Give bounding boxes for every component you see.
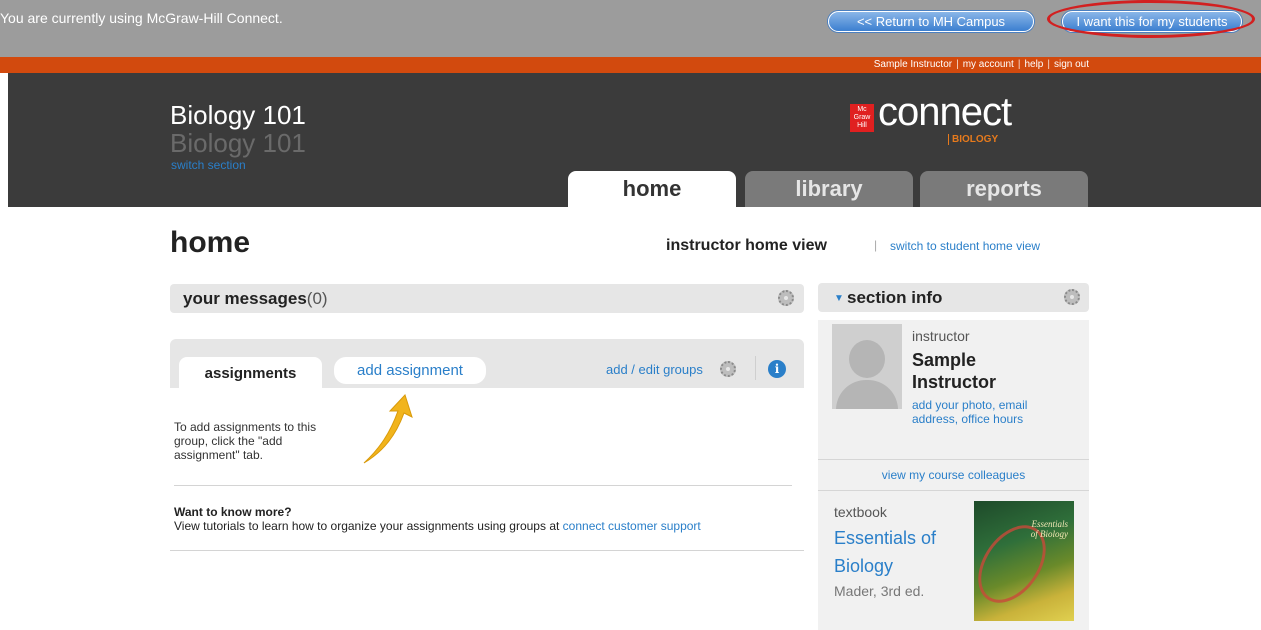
tab-home[interactable]: home <box>568 171 736 207</box>
separator: | <box>956 59 959 70</box>
divider <box>818 490 1089 491</box>
sign-out-link[interactable]: sign out <box>1054 59 1089 70</box>
divider <box>174 485 792 486</box>
user-links: Sample Instructor | my account | help | sign o… <box>874 59 1089 70</box>
divider <box>755 356 756 380</box>
add-edit-groups-link[interactable]: add / edit groups <box>606 362 703 377</box>
connect-logo: connect <box>878 90 1012 134</box>
connect-logo-subject: BIOLOGY <box>948 134 998 145</box>
divider <box>170 550 804 551</box>
tab-add-assignment[interactable]: add assignment <box>334 357 486 384</box>
add-profile-info-link[interactable]: add your photo, email address, office ho… <box>912 398 1062 426</box>
switch-section-link[interactable]: switch section <box>171 158 246 172</box>
view-separator: | <box>874 238 878 252</box>
groups-gear-icon[interactable] <box>720 361 736 377</box>
avatar-shoulders <box>836 380 898 409</box>
separator: | <box>1047 59 1050 70</box>
section-gear-icon[interactable] <box>1064 289 1080 305</box>
arrow-pointer-icon <box>363 394 413 464</box>
messages-label[interactable]: your messages(0) <box>183 289 328 309</box>
cover-title-text: Essentials of Biology <box>1030 519 1068 539</box>
tab-library[interactable]: library <box>745 171 913 207</box>
user-name-link[interactable]: Sample Instructor <box>874 59 952 70</box>
instructor-name: Sample Instructor <box>912 350 997 392</box>
messages-gear-icon[interactable] <box>778 290 794 306</box>
avatar-head <box>849 340 885 378</box>
course-colleagues-link[interactable]: view my course colleagues <box>818 468 1089 482</box>
separator: | <box>1017 59 1021 70</box>
customer-support-link[interactable]: connect customer support <box>563 519 701 533</box>
mcgraw-hill-logo-icon: Mc Graw Hill <box>850 104 874 132</box>
course-subtitle: Biology 101 <box>170 128 306 158</box>
switch-to-student-view-link[interactable]: switch to student home view <box>890 239 1040 253</box>
know-more-title: Want to know more? <box>174 505 292 519</box>
textbook-title-link[interactable]: Essentials of Biology <box>834 524 964 580</box>
return-to-campus-button[interactable]: << Return to MH Campus <box>828 11 1034 32</box>
assignments-help-text: To add assignments to this group, click … <box>174 420 317 462</box>
messages-title: your messages <box>183 289 307 308</box>
textbook-author: Mader, 3rd ed. <box>834 583 925 599</box>
highlight-circle <box>1047 0 1255 38</box>
messages-count: (0) <box>306 289 328 308</box>
view-label: instructor home view <box>666 237 827 254</box>
tab-reports[interactable]: reports <box>920 171 1088 207</box>
info-icon[interactable]: i <box>768 360 786 378</box>
section-info-title: section info <box>847 288 943 307</box>
know-more-body: View tutorials to learn how to organize … <box>174 519 563 533</box>
know-more-text: View tutorials to learn how to organize … <box>174 519 701 533</box>
avatar[interactable] <box>832 324 902 409</box>
collapse-caret-icon[interactable]: ▼ <box>834 293 844 304</box>
textbook-cover-image[interactable]: Essentials of Biology <box>974 501 1074 621</box>
divider <box>818 459 1089 460</box>
tab-assignments[interactable]: assignments <box>179 357 322 389</box>
help-link[interactable]: help <box>1024 59 1043 70</box>
textbook-label: textbook <box>834 504 887 520</box>
my-account-link[interactable]: my account <box>963 59 1014 70</box>
page-title: home <box>170 226 251 259</box>
role-label: instructor <box>912 328 970 344</box>
connect-notice: You are currently using McGraw-Hill Conn… <box>0 10 283 26</box>
course-title: Biology 101 <box>170 100 306 130</box>
